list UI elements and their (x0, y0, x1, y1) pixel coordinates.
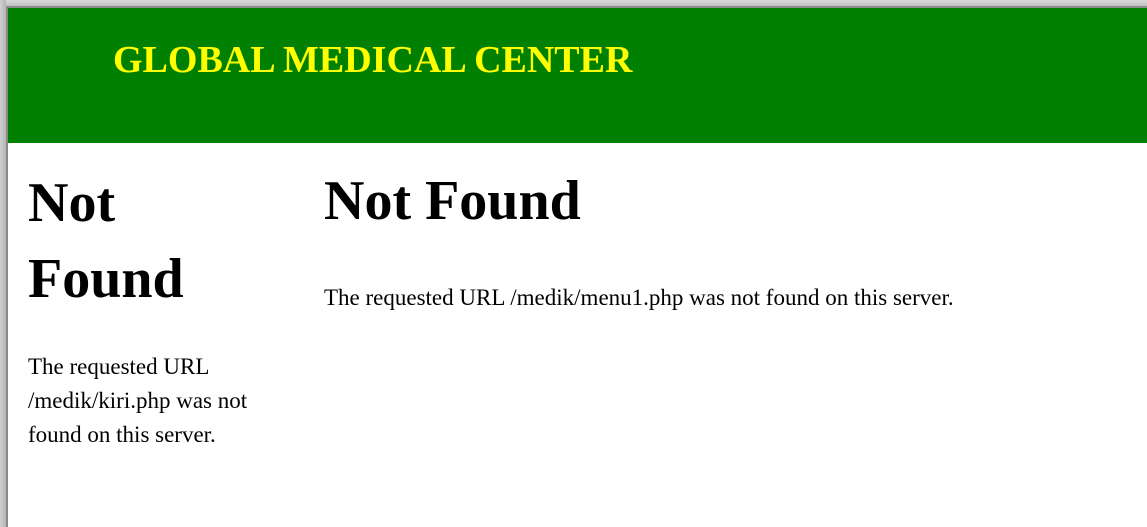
header-banner: GLOBAL MEDICAL CENTER (8, 8, 1147, 143)
main-frame: Not Found The requested URL /medik/menu1… (304, 143, 1147, 527)
left-frame: Not Found The requested URL /medik/kiri.… (8, 143, 304, 527)
main-frame-heading: Not Found (324, 170, 581, 232)
left-frame-heading: Not Found (28, 172, 184, 310)
main-frame-message: The requested URL /medik/menu1.php was n… (324, 285, 954, 310)
browser-content-frame: GLOBAL MEDICAL CENTER Not Found The requ… (6, 6, 1147, 527)
site-title: GLOBAL MEDICAL CENTER (113, 39, 633, 81)
left-frame-message: The requested URL /medik/kiri.php was no… (28, 354, 248, 447)
